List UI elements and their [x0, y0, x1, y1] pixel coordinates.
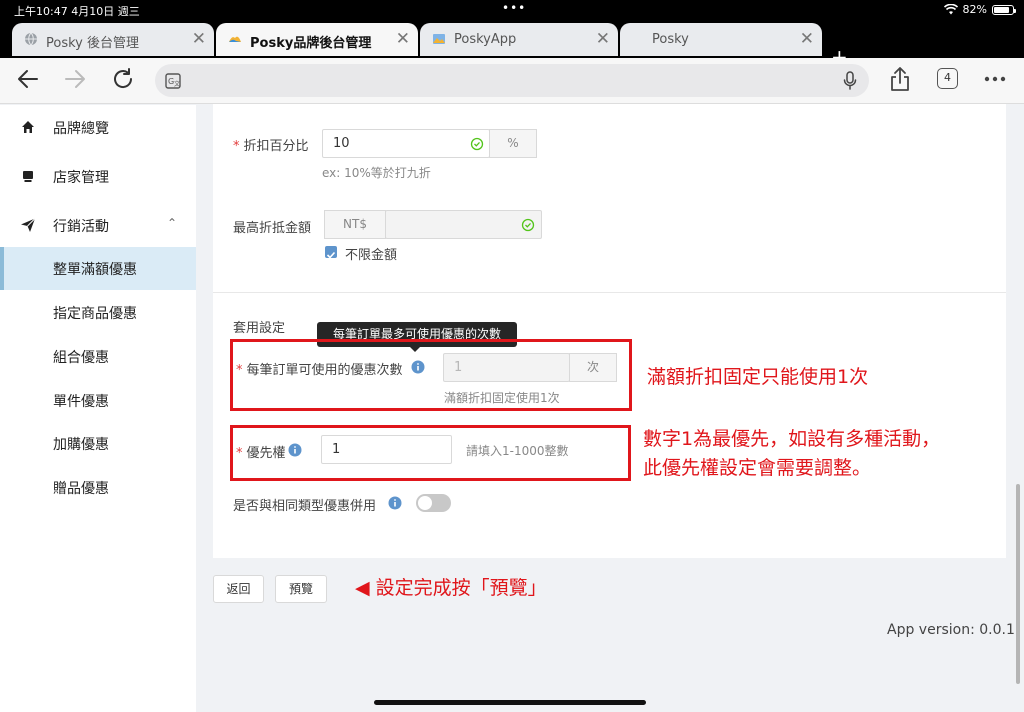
valid-check-icon — [521, 218, 535, 232]
wifi-icon — [943, 4, 958, 15]
translate-icon[interactable]: G文 — [165, 73, 181, 89]
microphone-icon[interactable] — [843, 71, 857, 90]
tab-posky-brand-admin[interactable]: Posky品牌後台管理 ✕ — [216, 23, 418, 56]
sidebar-subitem-label: 贈品優惠 — [53, 481, 109, 497]
browser-toolbar: G文 4 — [0, 58, 1024, 104]
toggle-knob — [418, 496, 432, 510]
sidebar-item-label: 行銷活動 — [53, 219, 109, 235]
status-right: 82% — [943, 3, 1016, 16]
sidebar-subitem-product-discount[interactable]: 指定商品優惠 — [0, 291, 196, 334]
home-icon — [22, 121, 34, 133]
max-discount-label: 最高折抵金額 — [233, 221, 312, 236]
more-menu-icon[interactable] — [984, 76, 1006, 82]
sidebar-subitem-bundle-discount[interactable]: 組合優惠 — [0, 335, 196, 378]
sidebar-subitem-label: 指定商品優惠 — [53, 306, 137, 322]
tab-posky[interactable]: Posky ✕ — [620, 23, 822, 56]
back-arrow-icon[interactable] — [15, 66, 41, 92]
annotation-usage: 滿額折扣固定只能使用1次 — [647, 366, 869, 388]
svg-text:文: 文 — [174, 80, 180, 88]
close-tab-icon[interactable]: ✕ — [192, 29, 206, 49]
scrollbar[interactable] — [1016, 484, 1020, 684]
annotation-preview: ◀ 設定完成按「預覽」 — [355, 577, 547, 599]
unlimited-amount-checkbox[interactable] — [325, 246, 337, 259]
discount-percent-label: * 折扣百分比 — [233, 139, 309, 154]
globe-icon — [25, 32, 37, 46]
sidebar-item-label: 品牌總覽 — [53, 121, 109, 137]
max-discount-input[interactable] — [385, 210, 542, 239]
section-divider — [213, 292, 1006, 293]
tab-label: Posky品牌後台管理 — [250, 36, 372, 51]
image-icon — [433, 34, 445, 44]
sidebar-subitem-label: 單件優惠 — [53, 394, 109, 410]
preview-button[interactable]: 預覽 — [275, 575, 327, 603]
discount-percent-input[interactable]: 10 — [322, 129, 490, 158]
status-time: 上午10:47 4月10日 週三 — [14, 5, 140, 18]
app-version: App version: 0.0.1 — [887, 622, 1015, 638]
sidebar-subitem-label: 加購優惠 — [53, 437, 109, 453]
discount-percent-value: 10 — [333, 136, 350, 151]
close-tab-icon[interactable]: ✕ — [800, 29, 814, 49]
send-icon — [21, 218, 36, 232]
home-indicator[interactable] — [374, 700, 646, 705]
battery-icon — [992, 4, 1016, 15]
annotation-box-usage — [230, 339, 632, 411]
chevron-up-icon[interactable]: ⌃ — [167, 216, 177, 230]
sidebar-subitem-label: 整單滿額優惠 — [53, 262, 137, 278]
store-icon — [23, 171, 33, 182]
discount-percent-hint: ex: 10%等於打九折 — [322, 166, 431, 180]
tab-count-button[interactable]: 4 — [937, 68, 958, 89]
share-icon[interactable] — [889, 66, 911, 92]
sidebar-subitem-gift-discount[interactable]: 贈品優惠 — [0, 466, 196, 509]
sidebar-subitem-single-item-discount[interactable]: 單件優惠 — [0, 379, 196, 422]
sidebar-item-label: 店家管理 — [53, 170, 109, 186]
close-tab-icon[interactable]: ✕ — [596, 29, 610, 49]
percent-suffix: % — [489, 129, 537, 158]
sidebar-item-brand-overview[interactable]: 品牌總覽 — [0, 105, 196, 149]
annotation-priority-line2: 此優先權設定會需要調整。 — [643, 457, 872, 479]
forward-arrow-icon[interactable] — [62, 66, 88, 92]
tab-label: Posky 後台管理 — [46, 36, 139, 51]
tab-strip: Posky 後台管理 ✕ Posky品牌後台管理 ✕ PoskyApp ✕ Po… — [0, 20, 1024, 69]
status-bar: 上午10:47 4月10日 週三 ••• 82% — [0, 0, 1024, 20]
sidebar-subitem-order-threshold-discount[interactable]: 整單滿額優惠 — [0, 247, 196, 290]
back-button[interactable]: 返回 — [213, 575, 264, 603]
sidebar: 品牌總覽 店家管理 行銷活動 ⌃ 整單滿額優惠 指定商品優惠 組合優惠 單件優惠… — [0, 105, 196, 712]
posky-logo-icon — [229, 36, 241, 42]
sidebar-item-marketing[interactable]: 行銷活動 ⌃ — [0, 203, 196, 247]
currency-prefix: NT$ — [324, 210, 386, 239]
apply-settings-title: 套用設定 — [233, 321, 286, 336]
combine-label: 是否與相同類型優惠併用 — [233, 499, 377, 514]
combine-toggle[interactable] — [416, 494, 451, 512]
checkmark-icon — [326, 251, 336, 259]
annotation-priority-line1: 數字1為最優先，如設有多種活動， — [643, 428, 941, 450]
tab-posky-admin[interactable]: Posky 後台管理 ✕ — [12, 23, 214, 56]
annotation-box-priority — [230, 425, 631, 481]
sidebar-item-store-management[interactable]: 店家管理 — [0, 154, 196, 198]
unlimited-amount-label: 不限金額 — [345, 248, 398, 263]
tab-label: Posky — [652, 32, 689, 47]
sidebar-subitem-add-on-discount[interactable]: 加購優惠 — [0, 422, 196, 465]
multitask-dots-icon[interactable]: ••• — [502, 1, 526, 15]
tab-posky-app[interactable]: PoskyApp ✕ — [420, 23, 618, 56]
info-icon[interactable] — [388, 496, 402, 510]
tab-label: PoskyApp — [454, 32, 517, 47]
sidebar-subitem-label: 組合優惠 — [53, 350, 109, 366]
address-bar[interactable]: G文 — [155, 64, 869, 97]
battery-percent: 82% — [962, 3, 987, 16]
close-tab-icon[interactable]: ✕ — [396, 29, 410, 49]
reload-icon[interactable] — [110, 66, 136, 92]
valid-check-icon — [470, 137, 484, 151]
